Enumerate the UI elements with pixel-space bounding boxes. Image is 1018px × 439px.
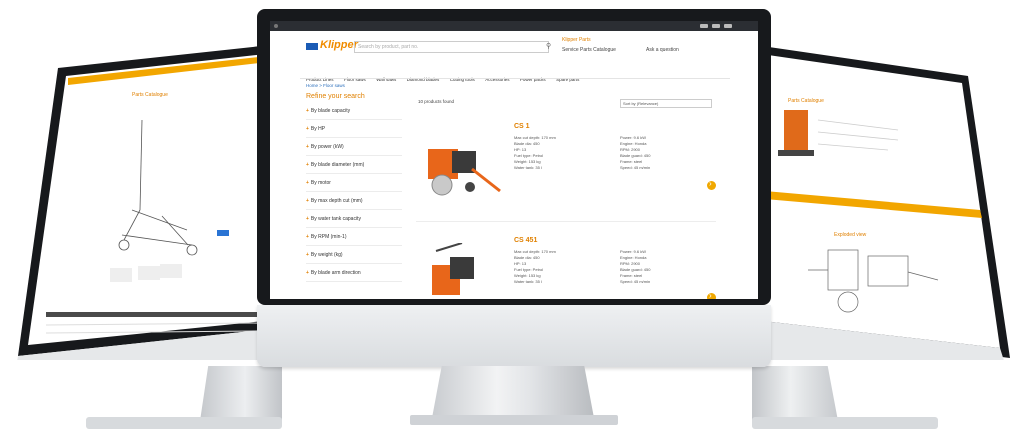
filter-item[interactable]: + By power (kW) (306, 139, 402, 156)
site-header: Klipper Search by product, part no. ⚲ Kl… (270, 31, 758, 67)
filter-item[interactable]: + By blade capacity (306, 103, 402, 120)
center-screen: Klipper Search by product, part no. ⚲ Kl… (270, 21, 758, 299)
product-specs-right: Power: 9.6 kW Engine: Honda RPM: 2900 Bl… (620, 249, 651, 284)
window-control[interactable] (724, 24, 732, 28)
search-input[interactable]: Search by product, part no. (354, 41, 549, 53)
center-monitor-foot (410, 415, 618, 425)
product-card: CS 451 Max cut depth: 170 mm Blade dia: … (416, 231, 716, 299)
filter-item[interactable]: + By water tank capacity (306, 211, 402, 228)
main-nav: Product Lines Floor saws Wall saws Diamo… (306, 68, 726, 82)
product-specs-left: Max cut depth: 170 mm Blade dia: 450 HP:… (514, 135, 556, 170)
product-name[interactable]: CS 1 (514, 123, 530, 130)
brand-logo-icon[interactable] (306, 43, 318, 50)
filter-item[interactable]: + By motor (306, 175, 402, 192)
product-arrow-icon[interactable] (707, 291, 716, 299)
window-control[interactable] (700, 24, 708, 28)
refine-title: Refine your search (306, 93, 365, 100)
filter-item[interactable]: + By HP (306, 121, 402, 138)
left-monitor: Parts Catalogue (17, 44, 280, 360)
left-monitor-stand (200, 366, 282, 421)
header-link[interactable]: Klipper Parts (562, 37, 591, 43)
browser-chrome (270, 21, 758, 31)
header-link[interactable]: Service Parts Catalogue (562, 47, 616, 53)
filter-item[interactable]: + By blade diameter (mm) (306, 157, 402, 174)
window-dot (274, 24, 278, 28)
right-monitor-foot (752, 417, 938, 429)
filter-item[interactable]: + By max depth cut (mm) (306, 193, 402, 210)
right-monitor-stand (752, 366, 838, 421)
header-link[interactable]: Ask a question (646, 47, 679, 53)
results-count: 10 products found (418, 99, 455, 104)
product-image[interactable] (422, 129, 502, 209)
product-specs-left: Max cut depth: 170 mm Blade dia: 450 HP:… (514, 249, 556, 284)
product-specs-right: Power: 9.6 kW Engine: Honda RPM: 2900 Bl… (620, 135, 651, 170)
right-heading: Parts Catalogue (788, 98, 824, 104)
left-monitor-foot (86, 417, 282, 429)
window-control[interactable] (712, 24, 720, 28)
product-card: CS 1 Max cut depth: 170 mm Blade dia: 45… (416, 117, 716, 222)
right-monitor: Parts Catalogue Exploded view (748, 44, 1010, 360)
product-arrow-icon[interactable] (707, 179, 716, 190)
product-image[interactable] (422, 243, 502, 299)
breadcrumb[interactable]: Home > Floor saws (306, 83, 345, 88)
left-heading: Parts Catalogue (132, 92, 168, 98)
filter-item[interactable]: + By weight (kg) (306, 247, 402, 264)
product-name[interactable]: CS 451 (514, 237, 537, 244)
brand-name[interactable]: Klipper (320, 39, 358, 51)
center-monitor-chin (257, 305, 771, 367)
search-icon[interactable]: ⚲ (546, 42, 551, 50)
center-monitor-stand (432, 366, 594, 418)
filter-item[interactable]: + By blade arm direction (306, 265, 402, 282)
right-section-title: Exploded view (834, 232, 867, 238)
filter-item[interactable]: + By RPM (min-1) (306, 229, 402, 246)
sort-select[interactable]: Sort by (Relevance) (620, 99, 712, 108)
divider (300, 78, 730, 79)
